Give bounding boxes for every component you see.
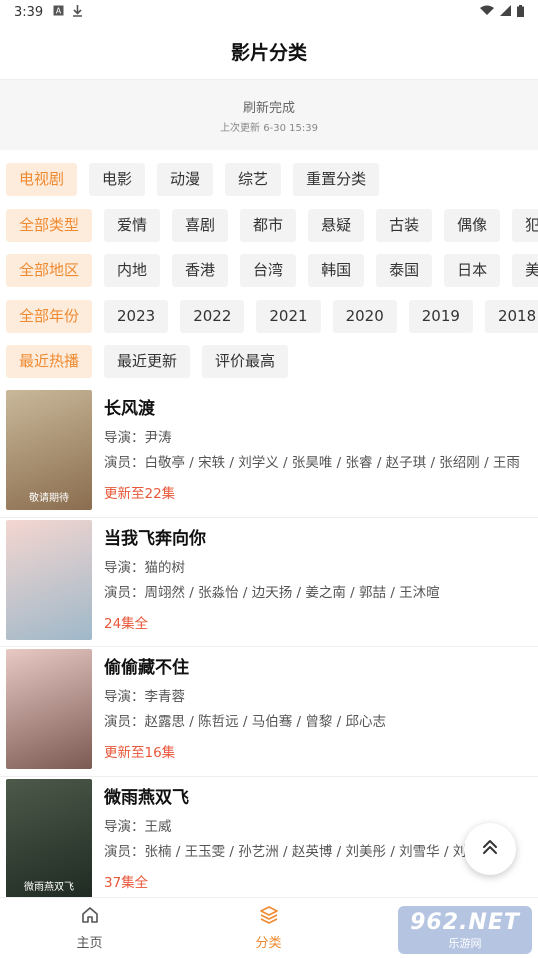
layers-icon — [259, 905, 279, 932]
status-bar: 3:39 A — [0, 0, 538, 24]
filter-chip[interactable]: 2021 — [256, 299, 321, 333]
filter-panel: 电视剧 电影 动漫 综艺 重置分类 全部类型 爱情 喜剧 都市 悬疑 古装 偶像… — [6, 157, 538, 385]
episode-status: 24集全 — [104, 615, 149, 632]
download-icon — [72, 4, 83, 20]
filter-row-region: 全部地区 内地 香港 台湾 韩国 泰国 日本 美国 — [6, 248, 538, 294]
episode-status: 更新至16集 — [104, 745, 176, 761]
poster-caption: 微雨燕双飞 — [24, 881, 74, 893]
filter-row-sort: 最近热播 最近更新 评价最高 — [6, 339, 538, 385]
filter-chip[interactable]: 全部类型 — [6, 208, 93, 242]
show-director: 导演：尹涛 — [104, 430, 172, 444]
filter-chip[interactable]: 2018 — [484, 299, 538, 333]
notification-a-icon: A — [53, 5, 64, 19]
refresh-status: 刷新完成 — [242, 100, 295, 116]
filter-chip[interactable]: 偶像 — [444, 208, 501, 242]
filter-row-type: 电视剧 电影 动漫 综艺 重置分类 — [6, 157, 538, 203]
show-title: 长风渡 — [104, 399, 155, 419]
filter-chip[interactable]: 都市 — [240, 208, 297, 242]
filter-chip[interactable]: 最近热播 — [6, 345, 93, 379]
filter-chip[interactable]: 全部地区 — [6, 254, 93, 288]
episode-status: 更新至22集 — [104, 486, 176, 502]
filter-chip[interactable]: 台湾 — [240, 254, 297, 288]
show-director: 导演：猫的树 — [104, 559, 185, 574]
watermark-brand: 962.NET — [410, 909, 520, 935]
filter-chip[interactable]: 电视剧 — [6, 163, 78, 197]
site-watermark: 962.NET 乐游网 — [398, 906, 532, 954]
filter-chip[interactable]: 香港 — [172, 254, 229, 288]
filter-chip[interactable]: 2020 — [332, 299, 397, 333]
filter-chip[interactable]: 综艺 — [225, 163, 282, 197]
filter-chip[interactable]: 最近更新 — [104, 345, 191, 379]
list-item[interactable]: 微雨燕双飞 微雨燕双飞 导演：王威 演员：张楠 / 王玉雯 / 孙艺洲 / 赵英… — [0, 777, 538, 906]
show-cast: 演员：赵露思 / 陈哲远 / 马伯骞 / 曾黎 / 邱心志 — [104, 714, 387, 728]
filter-chip[interactable]: 泰国 — [376, 254, 433, 288]
tab-category[interactable]: 分类 — [179, 898, 358, 958]
svg-text:A: A — [56, 7, 62, 16]
filter-row-year: 全部年份 2023 2022 2021 2020 2019 2018 2017 — [6, 294, 538, 340]
filter-chip[interactable]: 韩国 — [308, 254, 365, 288]
list-item[interactable]: 偷偷藏不住 导演：李青蓉 演员：赵露思 / 陈哲远 / 马伯骞 / 曾黎 / 邱… — [0, 647, 538, 777]
filter-chip[interactable]: 美国 — [512, 254, 538, 288]
page-title: 影片分类 — [230, 42, 307, 64]
double-chevron-up-icon — [481, 838, 499, 860]
show-title: 当我飞奔向你 — [104, 528, 206, 549]
filter-chip[interactable]: 2023 — [104, 299, 169, 333]
watermark-sub: 乐游网 — [448, 936, 482, 950]
show-title: 偷偷藏不住 — [104, 658, 189, 678]
home-icon — [80, 905, 100, 932]
filter-chip[interactable]: 评价最高 — [202, 345, 289, 379]
filter-chip[interactable]: 动漫 — [157, 163, 214, 197]
poster-caption: 敬请期待 — [29, 493, 69, 504]
tab-label: 主页 — [76, 936, 103, 951]
show-title: 微雨燕双飞 — [104, 787, 189, 808]
filter-chip[interactable]: 全部年份 — [6, 299, 93, 333]
filter-chip[interactable]: 古装 — [376, 208, 433, 242]
filter-chip[interactable]: 悬疑 — [308, 208, 365, 242]
filter-chip[interactable]: 爱情 — [104, 208, 161, 242]
show-director: 导演：李青蓉 — [104, 689, 185, 703]
app-bar: 影片分类 — [0, 24, 538, 80]
last-update-time: 上次更新 6-30 15:39 — [220, 122, 318, 134]
list-item[interactable]: 当我飞奔向你 导演：猫的树 演员：周翊然 / 张淼怡 / 边天扬 / 姜之南 /… — [0, 518, 538, 647]
poster-image[interactable] — [6, 519, 92, 640]
signal-icon — [500, 5, 511, 19]
wifi-icon — [480, 5, 494, 19]
poster-image[interactable]: 微雨燕双飞 — [6, 778, 92, 899]
reset-filters-button[interactable]: 重置分类 — [293, 163, 380, 197]
episode-status: 37集全 — [104, 874, 149, 891]
list-item[interactable]: 敬请期待 长风渡 导演：尹涛 演员：白敬亭 / 宋轶 / 刘学义 / 张昊唯 /… — [0, 388, 538, 518]
status-time: 3:39 — [14, 4, 44, 20]
tab-label: 分类 — [255, 936, 282, 951]
show-list: 敬请期待 长风渡 导演：尹涛 演员：白敬亭 / 宋轶 / 刘学义 / 张昊唯 /… — [0, 388, 538, 906]
show-director: 导演：王威 — [104, 818, 172, 833]
poster-image[interactable]: 敬请期待 — [6, 390, 92, 510]
filter-chip[interactable]: 2019 — [408, 299, 473, 333]
show-cast: 演员：白敬亭 / 宋轶 / 刘学义 / 张昊唯 / 张睿 / 赵子琪 / 张绍刚… — [104, 455, 520, 469]
filter-chip[interactable]: 电影 — [89, 163, 146, 197]
filter-chip[interactable]: 犯罪 — [512, 208, 538, 242]
filter-chip[interactable]: 2022 — [180, 299, 245, 333]
filter-chip[interactable]: 内地 — [104, 254, 161, 288]
battery-icon — [517, 4, 524, 20]
poster-image[interactable] — [6, 649, 92, 769]
show-cast: 演员：周翊然 / 张淼怡 / 边天扬 / 姜之南 / 郭喆 / 王沐暄 — [104, 584, 440, 599]
filter-chip[interactable]: 喜剧 — [172, 208, 229, 242]
filter-chip[interactable]: 日本 — [444, 254, 501, 288]
refresh-header: 刷新完成 上次更新 6-30 15:39 — [0, 80, 538, 150]
scroll-to-top-button[interactable] — [464, 823, 516, 875]
tab-home[interactable]: 主页 — [0, 898, 179, 958]
filter-row-genre: 全部类型 爱情 喜剧 都市 悬疑 古装 偶像 犯罪 — [6, 203, 538, 249]
